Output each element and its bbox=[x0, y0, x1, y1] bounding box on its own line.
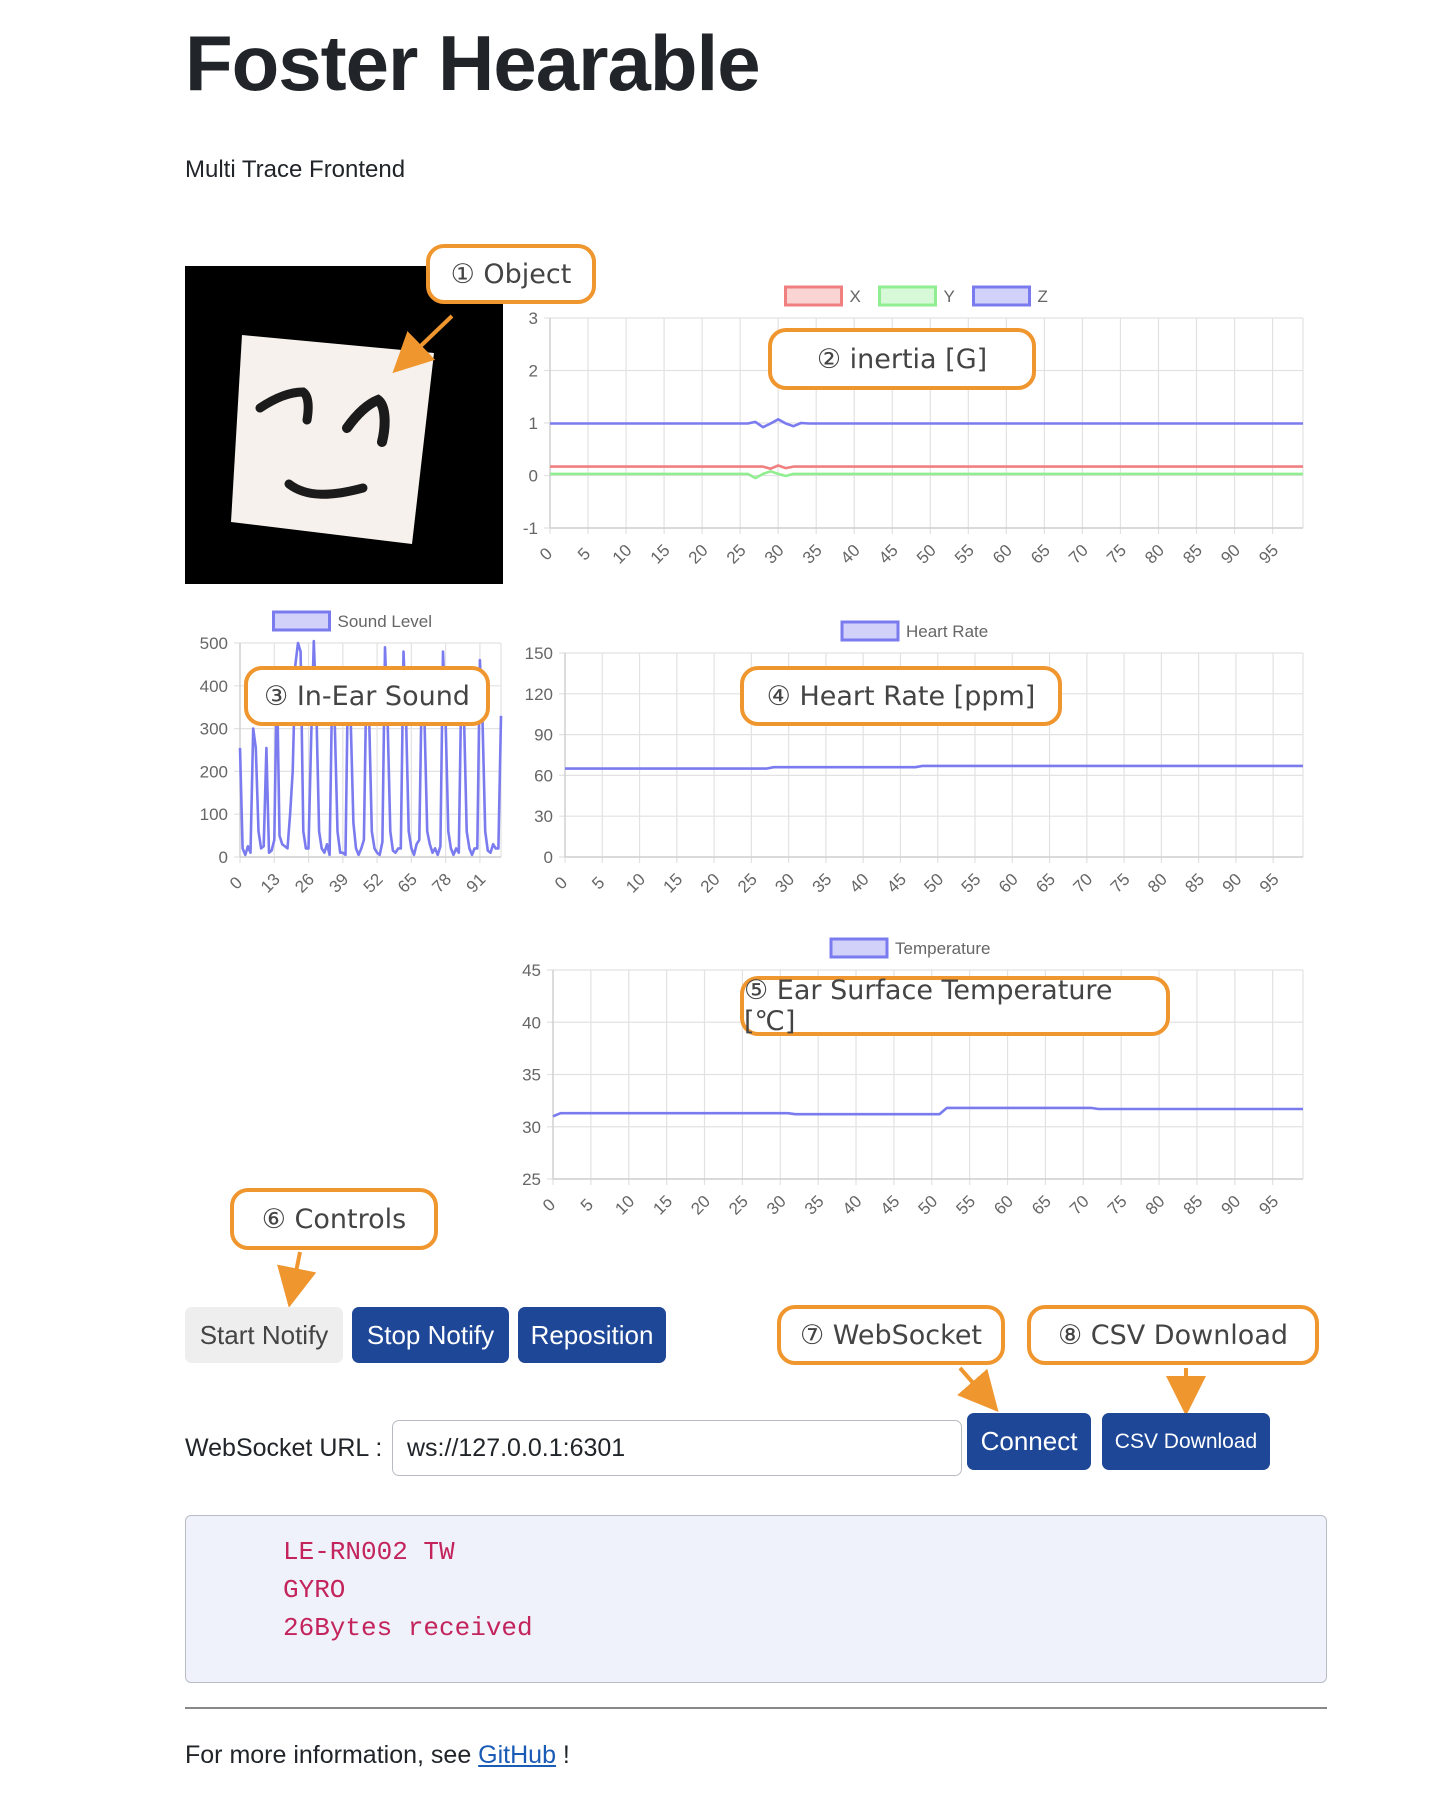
start-notify-button[interactable]: Start Notify bbox=[185, 1307, 343, 1363]
log-line: 26Bytes received bbox=[283, 1613, 533, 1643]
divider bbox=[185, 1707, 1327, 1709]
stop-notify-button[interactable]: Stop Notify bbox=[352, 1307, 509, 1363]
footer-prefix: For more information, see bbox=[185, 1741, 479, 1769]
log-line: GYRO bbox=[283, 1575, 346, 1605]
websocket-url-input[interactable] bbox=[392, 1420, 962, 1476]
websocket-url-label: WebSocket URL : bbox=[185, 1434, 383, 1462]
csv-download-button[interactable]: CSV Download bbox=[1102, 1413, 1270, 1470]
log-line: LE-RN002 TW bbox=[283, 1537, 455, 1567]
log-panel: LE-RN002 TW GYRO 26Bytes received bbox=[185, 1515, 1327, 1683]
arrow-controls bbox=[277, 1251, 317, 1308]
github-link[interactable]: GitHub bbox=[478, 1741, 556, 1769]
footer-suffix: ! bbox=[555, 1741, 570, 1769]
arrow-object bbox=[392, 314, 454, 374]
connect-button[interactable]: Connect bbox=[967, 1413, 1091, 1470]
reposition-button[interactable]: Reposition bbox=[518, 1307, 666, 1363]
arrow-websocket bbox=[957, 1366, 999, 1413]
footer-text: For more information, see GitHub ! bbox=[185, 1741, 570, 1770]
